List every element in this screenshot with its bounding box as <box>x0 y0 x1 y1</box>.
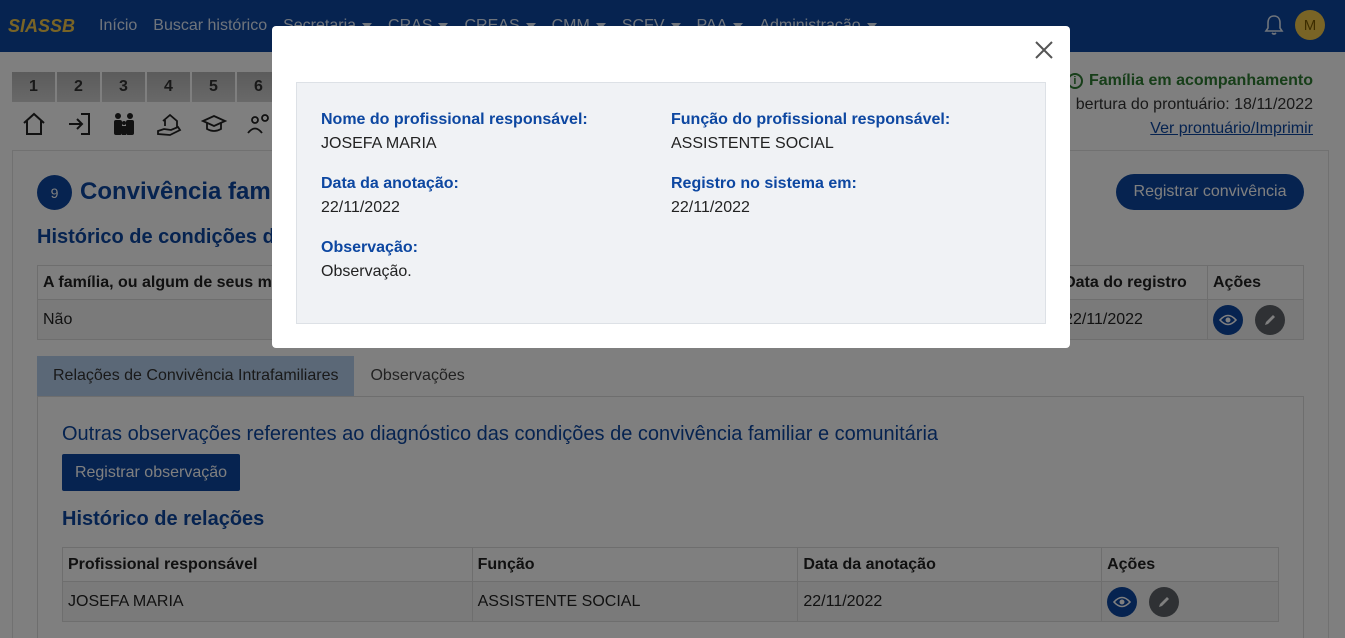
obs-label: Observação: <box>321 239 418 256</box>
funcao-label: Função do profissional responsável: <box>671 111 951 128</box>
close-icon[interactable] <box>1032 38 1056 62</box>
registro-label: Registro no sistema em: <box>671 175 857 192</box>
data-label: Data da anotação: <box>321 175 459 192</box>
registro-value: 22/11/2022 <box>671 199 750 216</box>
field-observacao: Observação: Observação. <box>321 239 418 281</box>
field-data-anotacao: Data da anotação: 22/11/2022 <box>321 175 459 217</box>
data-value: 22/11/2022 <box>321 199 400 216</box>
field-nome-profissional: Nome do profissional responsável: JOSEFA… <box>321 111 588 153</box>
nome-value: JOSEFA MARIA <box>321 135 437 152</box>
obs-value: Observação. <box>321 263 412 280</box>
funcao-value: ASSISTENTE SOCIAL <box>671 135 834 152</box>
modal-details-box: Nome do profissional responsável: JOSEFA… <box>296 82 1046 324</box>
field-funcao-profissional: Função do profissional responsável: ASSI… <box>671 111 950 153</box>
nome-label: Nome do profissional responsável: <box>321 111 588 128</box>
field-registro-sistema: Registro no sistema em: 22/11/2022 <box>671 175 857 217</box>
observation-detail-modal: Nome do profissional responsável: JOSEFA… <box>272 26 1070 348</box>
